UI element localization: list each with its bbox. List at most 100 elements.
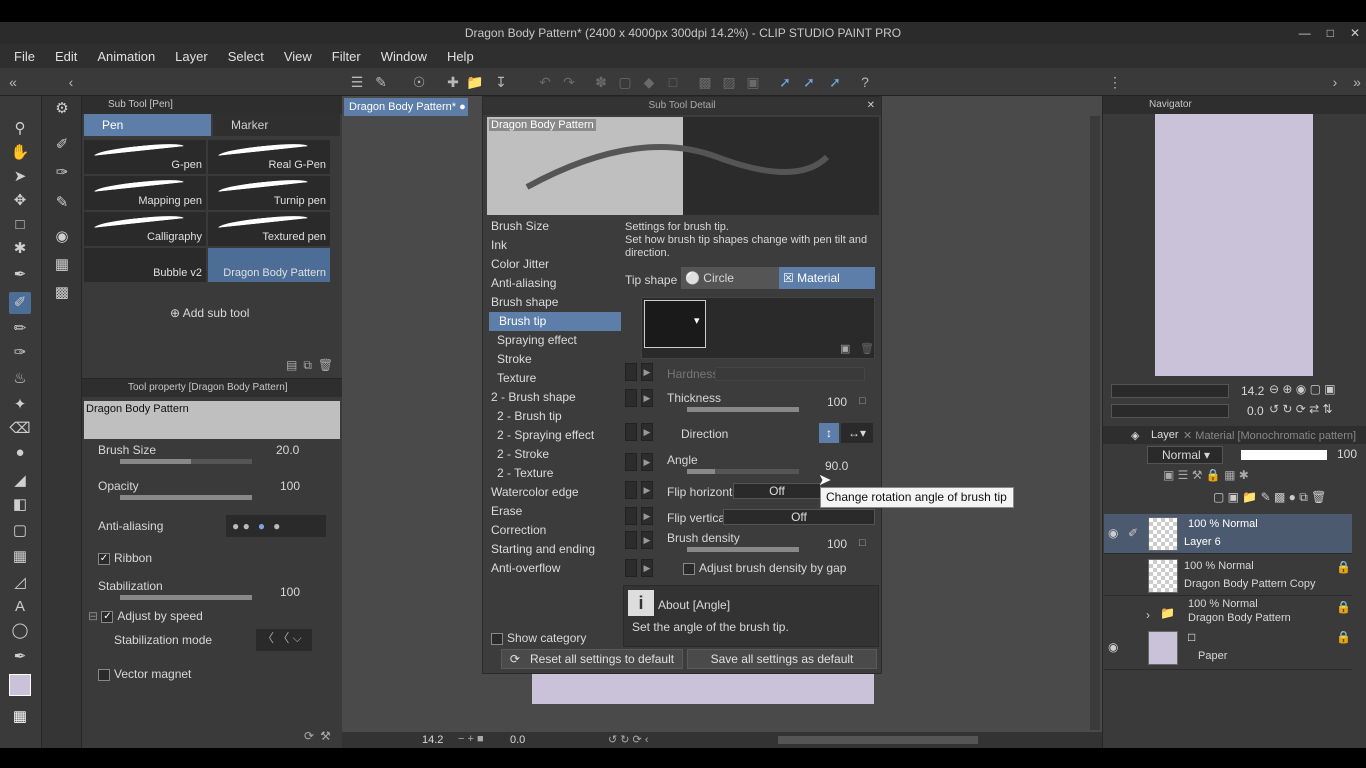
redo-icon[interactable]: ↷ [560,73,578,91]
vector-magnet-row[interactable]: Vector magnet [98,667,328,681]
lock-icon[interactable]: 🔒 [1336,600,1351,614]
document-tab[interactable]: Dragon Body Pattern* ● [344,98,468,116]
expand-icon[interactable]: » [1348,73,1366,91]
menu-edit[interactable]: Edit [55,49,77,64]
eye-icon[interactable]: ◉ [1108,526,1118,540]
opacity-slider[interactable] [120,495,252,500]
circle-tool-icon[interactable]: ◉ [51,226,73,248]
gradient-icon[interactable]: ◧ [9,494,31,516]
tone-tool-icon[interactable]: ▩ [51,282,73,304]
hand-icon[interactable]: ✋ [9,142,31,164]
layer-row[interactable]: ◉ ✐ 100 % Normal Layer 6 [1104,514,1352,554]
chevron-right-icon[interactable]: › [1326,73,1344,91]
adjust-gap-option[interactable]: Adjust brush density by gap [683,561,846,575]
new-layer-icon[interactable]: ▢ ▣ 📁 ✎ ▩ ● ⧉ 🗑 [1213,490,1326,504]
menu-layer[interactable]: Layer [175,49,208,64]
frame-icon[interactable]: ▦ [9,546,31,568]
expand-arrow[interactable] [625,481,637,499]
tab-pen[interactable]: Pen [84,114,211,136]
balloon-icon[interactable]: ◯ [9,620,31,642]
category-item[interactable]: 2 - Brush shape [487,388,621,407]
grid-snap-icon[interactable]: ➚ [826,73,844,91]
collapse-toggle-icon[interactable]: ⊟ [88,609,98,623]
transform-icon[interactable]: □ [664,73,682,91]
dialog-close-icon[interactable]: ✕ [867,97,875,115]
ruler-snap-icon[interactable]: ➚ [776,73,794,91]
menu-view[interactable]: View [284,49,312,64]
ribbon-checkbox[interactable]: ✓ [98,552,110,565]
adjust-speed-row[interactable]: ⊟ ✓ Adjust by speed [88,609,318,623]
menu-window[interactable]: Window [381,49,427,64]
expand-arrow[interactable]: ▶ [641,423,653,441]
open-folder-icon[interactable]: 📁 [466,73,484,91]
collapse-icon[interactable]: « [4,73,22,91]
text-icon[interactable]: A [9,596,31,618]
navigator-rotate-slider[interactable] [1111,404,1229,418]
tab-marker[interactable]: Marker [213,114,340,136]
expand-arrow[interactable] [625,423,637,441]
layer-opacity-value[interactable]: 100 [1337,447,1357,461]
zoom-value[interactable]: 14.2 [422,734,443,746]
undo-icon[interactable]: ↶ [536,73,554,91]
adjust-gap-checkbox[interactable] [683,562,695,575]
ruler-icon[interactable]: ◿ [9,572,31,594]
category-item[interactable]: Stroke [487,350,621,369]
import-icon[interactable]: ▤ [286,358,297,373]
stab-mode-selector[interactable]: 〈 〈 ⌵ [256,629,312,651]
anti-aliasing-selector[interactable]: ● ● ● ● [226,515,326,537]
flip-horizontal-dropdown[interactable]: Off [733,483,821,499]
pen-icon[interactable]: ✐ [9,292,31,314]
expand-arrow[interactable]: ▶ [641,453,653,471]
category-item[interactable]: 2 - Brush tip [487,407,621,426]
adjust-speed-checkbox[interactable]: ✓ [101,610,114,623]
close-tab-icon[interactable]: ● [459,101,466,113]
expand-arrow[interactable] [625,507,637,525]
direction-horizontal-icon[interactable]: ↔▾ [841,423,873,443]
pressure-icon[interactable]: □ [859,537,866,549]
brush-item[interactable]: Calligraphy [84,212,206,246]
clear-icon[interactable]: ✽ [592,73,610,91]
category-item[interactable]: Spraying effect [487,331,621,350]
eyedropper-icon[interactable]: ✒ [9,264,31,286]
show-category-checkbox[interactable] [491,632,503,645]
tab-layer[interactable]: Layer [1151,429,1179,441]
expand-arrow[interactable]: ▶ [641,363,653,381]
vertical-scrollbar[interactable] [1090,116,1100,730]
brush-item[interactable]: Textured pen [208,212,330,246]
brush-size-slider[interactable] [120,459,252,464]
panel-handle-icon[interactable]: ⋮ [1106,73,1124,91]
blend-icon[interactable]: ● [9,442,31,464]
marker-group-icon[interactable]: ✑ [51,162,73,184]
ribbon-row[interactable]: ✓ Ribbon [98,551,328,565]
menu-animation[interactable]: Animation [97,49,155,64]
expand-arrow[interactable] [625,559,637,577]
minimize-icon[interactable]: — [1299,26,1311,40]
brush-item[interactable]: Turnip pen [208,176,330,210]
brush-item[interactable]: G-pen [84,140,206,174]
flip-vertical-dropdown[interactable]: Off [723,509,875,525]
brush-item[interactable]: Bubble v2 [84,248,206,282]
expand-arrow[interactable] [625,453,637,471]
correct-line-icon[interactable]: ✒ [9,646,31,668]
layer-row[interactable]: 100 % Normal Dragon Body Pattern Copy 🔒 [1104,556,1352,596]
category-item[interactable]: Anti-overflow [487,559,621,578]
expand-arrow[interactable]: ▶ [641,389,653,407]
selection-icon[interactable]: □ [9,214,31,236]
blend-mode-dropdown[interactable]: Normal ▾ [1147,446,1223,464]
expand-arrow[interactable] [625,531,637,549]
add-subtool-button[interactable]: ⊕ Add sub tool [170,306,249,320]
lock-icon[interactable]: 🔒 [1336,630,1351,644]
navigator-preview[interactable] [1155,114,1313,376]
tip-material-option[interactable]: ☒ Material [779,267,875,289]
category-item[interactable]: Brush Size [487,217,621,236]
tip-circle-option[interactable]: ⚪ Circle [681,267,779,289]
navigator-angle-value[interactable]: 0.0 [1247,404,1264,418]
category-item[interactable]: Brush shape [487,293,621,312]
layer-opacity-slider[interactable] [1241,450,1327,460]
tip-material-list[interactable]: ▾ ▣ 🗑 [641,297,875,359]
grid-tool-icon[interactable]: ▦ [51,254,73,276]
close-icon[interactable]: ✕ [1350,26,1360,40]
category-item[interactable]: Correction [487,521,621,540]
lock-icon[interactable]: ▣ ☰ ⚒ 🔒 ▦ ✱ [1163,468,1249,482]
angle-slider[interactable] [687,469,799,474]
